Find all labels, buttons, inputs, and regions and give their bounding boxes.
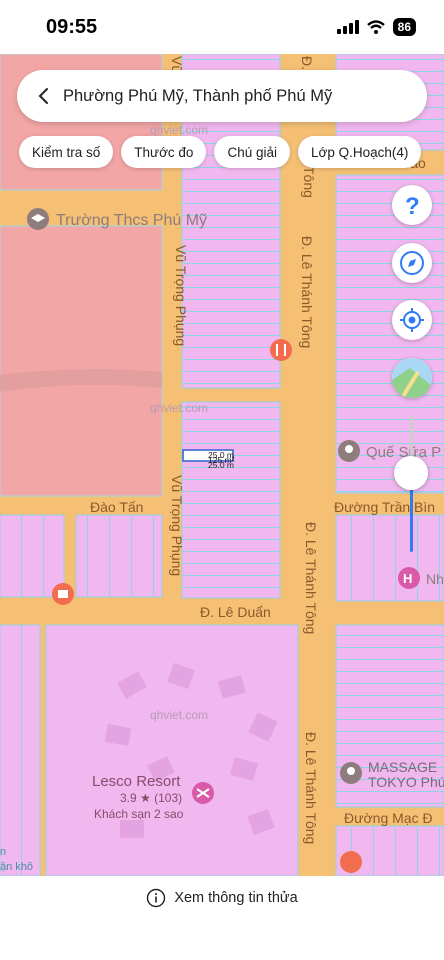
poi-massage-line2: TOKYO Phú bbox=[368, 774, 444, 790]
parcel-info-label: Xem thông tin thửa bbox=[174, 890, 298, 906]
help-button[interactable]: ? bbox=[392, 185, 432, 225]
watermark-1: qhviet.com bbox=[150, 123, 208, 137]
wifi-icon bbox=[366, 20, 385, 34]
street-d-top: Đ. bbox=[299, 56, 315, 70]
measure-labels: 25.0 m 125 m² 25.0 m bbox=[208, 450, 235, 470]
street-dao-tan: Đào Tấn bbox=[90, 499, 143, 515]
svg-text:H: H bbox=[403, 571, 412, 586]
chip-lop-quy-hoach[interactable]: Lớp Q.Hoạch(4) bbox=[297, 136, 422, 168]
my-location-button[interactable] bbox=[392, 300, 432, 340]
status-bar: 09:55 86 bbox=[0, 0, 444, 54]
poi-kho-label: ận khô bbox=[0, 861, 33, 873]
poi-bottom-orange-marker[interactable] bbox=[340, 851, 362, 873]
chip-thuoc-do[interactable]: Thước đo bbox=[121, 136, 207, 168]
question-icon: ? bbox=[405, 193, 420, 217]
chevron-left-icon bbox=[38, 88, 48, 104]
street-le-duan: Đ. Lê Duẩn bbox=[200, 604, 271, 620]
street-le-thanh-tong: Đ. Lê Thánh Tông bbox=[299, 236, 315, 348]
search-location-text[interactable]: Phường Phú Mỹ, Thành phố Phú Mỹ bbox=[63, 87, 332, 106]
map-type-button[interactable] bbox=[392, 358, 432, 398]
street-vu-trong-phung: Vũ Trọng Phụng bbox=[173, 245, 189, 346]
parcel-info-button[interactable]: Xem thông tin thửa bbox=[0, 888, 444, 908]
poi-orange-marker[interactable] bbox=[52, 583, 74, 605]
poi-school-label: Trường Thcs Phú Mỹ bbox=[56, 212, 207, 229]
street-le-thanh-tong-3: Đ. Lê Thánh Tông bbox=[303, 732, 319, 844]
poi-resort-name: Lesco Resort bbox=[92, 773, 181, 790]
street-tong-top: Tông bbox=[301, 166, 317, 198]
signal-icon bbox=[336, 20, 359, 34]
chip-chu-giai[interactable]: Chú giải bbox=[214, 136, 290, 168]
search-bar[interactable]: Phường Phú Mỹ, Thành phố Phú Mỹ bbox=[17, 70, 427, 122]
crosshair-icon bbox=[400, 308, 424, 332]
chip-kiem-tra-so[interactable]: Kiểm tra số bbox=[19, 136, 114, 168]
poi-n-label: n bbox=[0, 846, 6, 858]
compass-icon bbox=[400, 251, 424, 275]
map-layer-icon bbox=[392, 358, 432, 398]
street-tran-binh: Đường Trần Bìn bbox=[334, 499, 435, 515]
status-time: 09:55 bbox=[46, 16, 98, 38]
map-canvas: Vũ Trọng Phụng Vũ Trọng Phụng Vũ Đ. Lê T… bbox=[0, 54, 444, 876]
poi-food-marker[interactable] bbox=[270, 339, 292, 361]
poi-resort-rating: 3.9 ★ (103) bbox=[120, 791, 182, 805]
battery-indicator: 86 bbox=[392, 18, 416, 36]
measure-bottom: 25.0 m bbox=[208, 460, 234, 470]
zoom-slider-thumb[interactable] bbox=[394, 456, 428, 490]
map-tool-chips: Kiểm tra số Thước đo Chú giải Lớp Q.Hoạc… bbox=[19, 136, 422, 168]
poi-nh-label: Nh bbox=[426, 571, 444, 587]
street-vu-trong-phung-2: Vũ Trọng Phụng bbox=[169, 475, 185, 576]
compass-button[interactable] bbox=[392, 243, 432, 283]
watermark-3: qhviet.com bbox=[150, 708, 208, 722]
status-icons: 86 bbox=[336, 18, 416, 36]
map-view[interactable]: Vũ Trọng Phụng Vũ Trọng Phụng Vũ Đ. Lê T… bbox=[0, 54, 444, 876]
poi-que-sua[interactable]: Quế Sữa P bbox=[338, 440, 441, 462]
bottom-bar: Xem thông tin thửa bbox=[0, 876, 444, 960]
poi-massage-line1: MASSAGE bbox=[368, 759, 437, 775]
street-mac-dinh: Đường Mạc Đ bbox=[344, 810, 433, 826]
poi-resort-type: Khách sạn 2 sao bbox=[94, 807, 184, 821]
watermark-2: qhviet.com bbox=[150, 401, 208, 415]
svg-text:?: ? bbox=[405, 193, 420, 217]
info-icon bbox=[147, 888, 166, 908]
street-le-thanh-tong-2: Đ. Lê Thánh Tông bbox=[303, 522, 319, 634]
back-button[interactable] bbox=[23, 70, 63, 122]
